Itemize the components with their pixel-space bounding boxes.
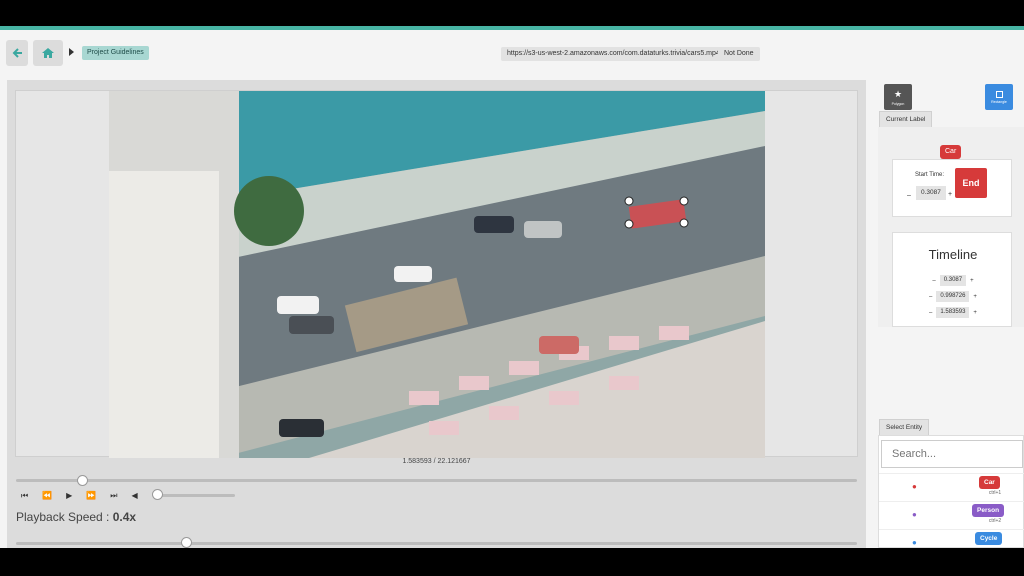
- skip-start-icon[interactable]: ⏮: [21, 490, 28, 502]
- playback-speed: Playback Speed : 0.4x: [16, 510, 136, 524]
- labeling-app: Project Guidelines https://s3-us-west-2.…: [0, 30, 1024, 548]
- speed-slider[interactable]: [16, 542, 857, 545]
- eye-icon[interactable]: ●: [912, 482, 917, 491]
- bbox-handle[interactable]: [679, 196, 689, 206]
- playback-speed-value: 0.4x: [112, 510, 137, 524]
- start-time-decrement[interactable]: –: [907, 192, 911, 199]
- timeline-value: 0.998726: [936, 291, 970, 302]
- video-panel: 1.583593 / 22.121667 ⏮ ⏪ ▶ ⏩ ⏭ ◀ Playbac…: [7, 80, 866, 548]
- video-timecode: 1.583593 / 22.121667: [402, 458, 471, 465]
- timeline-value: 0.3087: [939, 275, 967, 286]
- entity-chip[interactable]: Cycle: [975, 532, 1003, 545]
- project-guidelines-button[interactable]: Project Guidelines: [82, 46, 149, 60]
- current-label-chip: Car: [940, 145, 962, 159]
- star-icon: ★: [893, 88, 903, 99]
- entity-chip[interactable]: Car: [979, 476, 1000, 489]
- entity-panel: ● Car ctrl+1 ● Person ctrl+2 ● Cycle: [878, 435, 1024, 548]
- timeline-increment[interactable]: +: [973, 294, 977, 300]
- tab-current-label[interactable]: Current Label: [879, 111, 933, 127]
- fast-forward-icon[interactable]: ⏩: [86, 490, 96, 502]
- timeline-decrement[interactable]: –: [929, 310, 932, 316]
- playback-speed-label: Playback Speed :: [16, 510, 110, 524]
- volume-icon[interactable]: ◀: [132, 490, 138, 502]
- bbox-handle[interactable]: [624, 196, 634, 206]
- start-time-value: 0.3087: [916, 186, 946, 200]
- entity-shortcut: ctrl+2: [988, 518, 1002, 524]
- playback-controls: ⏮ ⏪ ▶ ⏩ ⏭ ◀: [21, 490, 138, 502]
- timeline-increment[interactable]: +: [970, 278, 974, 284]
- timeline-title: Timeline: [928, 247, 978, 262]
- timeline-row: – 1.583593 +: [893, 307, 1013, 318]
- skip-end-icon[interactable]: ⏭: [110, 490, 117, 502]
- seek-slider[interactable]: [16, 479, 857, 482]
- back-button[interactable]: [6, 40, 28, 66]
- status-badge: Not Done: [718, 47, 760, 61]
- start-time-label: Start Time:: [915, 172, 945, 178]
- eye-icon[interactable]: ●: [912, 538, 917, 547]
- timeline-row: – 0.3087 +: [893, 275, 1013, 286]
- caret-right-icon: [69, 48, 74, 56]
- home-button[interactable]: [33, 40, 63, 66]
- timeline-increment[interactable]: +: [973, 310, 977, 316]
- current-label-panel: Car Start Time: – 0.3087 + End Timeline …: [878, 127, 1024, 327]
- entity-row[interactable]: ● Cycle: [879, 529, 1024, 548]
- volume-slider[interactable]: [155, 494, 235, 497]
- volume-slider-thumb[interactable]: [152, 489, 163, 500]
- seek-slider-thumb[interactable]: [77, 475, 88, 486]
- bbox-handle[interactable]: [679, 218, 689, 228]
- eye-icon[interactable]: ●: [912, 510, 917, 519]
- rectangle-tool-label: Rectangle: [991, 99, 1007, 104]
- polygon-tool-button[interactable]: ★ Polygon: [884, 84, 912, 110]
- screen-frame: Project Guidelines https://s3-us-west-2.…: [0, 0, 1024, 576]
- entity-search-input[interactable]: [881, 440, 1023, 468]
- tab-select-entity[interactable]: Select Entity: [879, 419, 930, 435]
- arrow-left-icon: [12, 48, 22, 58]
- timeline-decrement[interactable]: –: [932, 278, 935, 284]
- entity-row[interactable]: ● Person ctrl+2: [879, 501, 1024, 529]
- bbox-handle[interactable]: [624, 219, 634, 229]
- play-icon[interactable]: ▶: [66, 490, 72, 502]
- video-canvas[interactable]: [109, 91, 765, 458]
- entity-row[interactable]: ● Car ctrl+1: [879, 473, 1024, 501]
- timeline-row: – 0.998726 +: [893, 291, 1013, 302]
- timeline-decrement[interactable]: –: [929, 294, 932, 300]
- video-url: https://s3-us-west-2.amazonaws.com/com.d…: [501, 47, 726, 61]
- rewind-icon[interactable]: ⏪: [42, 490, 52, 502]
- entity-chip[interactable]: Person: [972, 504, 1005, 517]
- start-time-increment[interactable]: +: [948, 191, 952, 198]
- rectangle-tool-button[interactable]: Rectangle: [985, 84, 1013, 110]
- square-icon: [995, 90, 1003, 98]
- video-frame-image: [109, 91, 765, 458]
- timeline-box: Timeline – 0.3087 + – 0.998726 + – 1.583…: [892, 232, 1012, 327]
- polygon-tool-label: Polygon: [891, 101, 905, 106]
- timeline-value: 1.583593: [936, 307, 970, 318]
- start-time-box: Start Time: – 0.3087 + End: [892, 159, 1012, 217]
- speed-slider-thumb[interactable]: [181, 537, 192, 548]
- entity-shortcut: ctrl+1: [988, 490, 1002, 496]
- end-button[interactable]: End: [955, 168, 987, 198]
- home-icon: [42, 48, 54, 58]
